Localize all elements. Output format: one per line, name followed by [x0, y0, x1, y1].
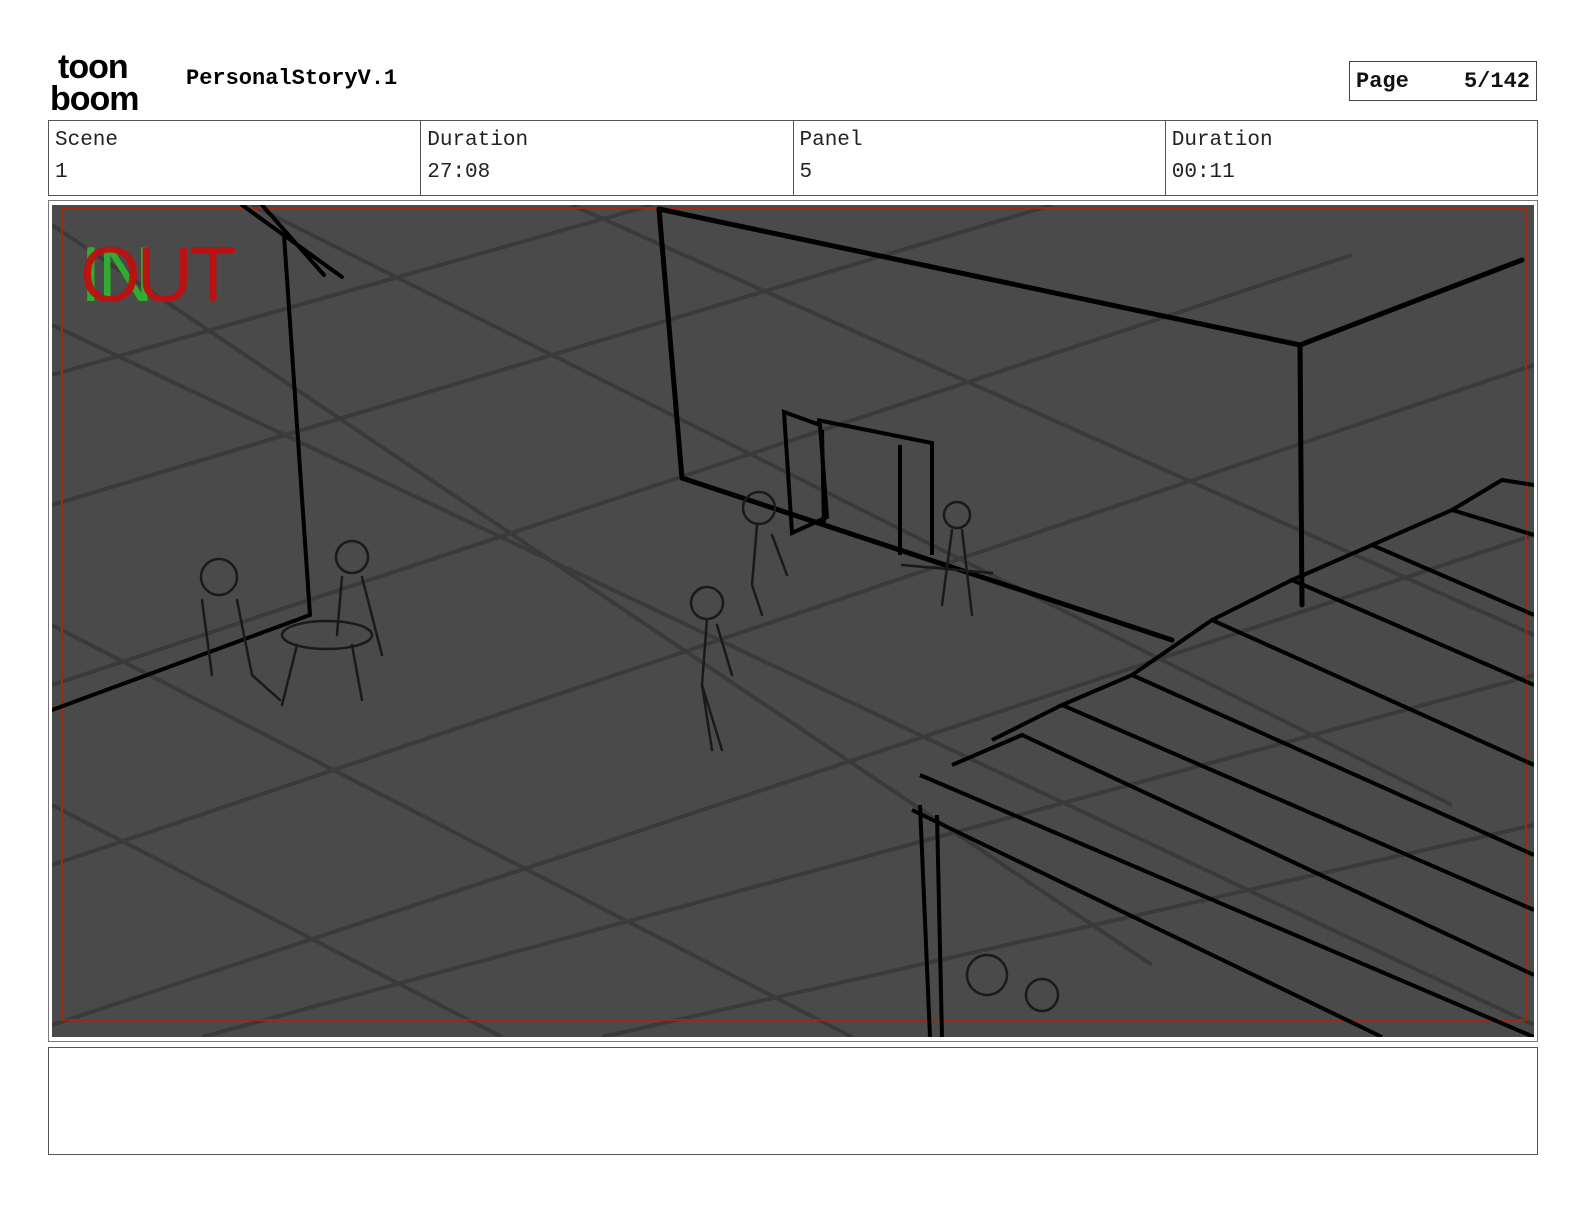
panel-duration-cell: Duration 00:11 — [1166, 121, 1537, 195]
out-marker: OUT — [80, 230, 237, 318]
storyboard-panel-image: IN OUT — [52, 205, 1534, 1037]
sketch-drawing — [52, 205, 1534, 1037]
panel-cell: Panel 5 — [794, 121, 1166, 195]
logo-line-2: boom — [50, 80, 139, 112]
floor-grid — [52, 205, 1534, 1037]
scene-value: 1 — [55, 161, 68, 184]
scene-cell: Scene 1 — [49, 121, 422, 195]
panel-notes — [48, 1047, 1538, 1155]
scene-duration-label: Duration — [427, 129, 529, 152]
page-indicator: Page 5/142 — [1349, 61, 1537, 101]
panel-duration-value: 00:11 — [1171, 161, 1235, 184]
project-title: PersonalStoryV.1 — [186, 66, 398, 91]
toon-boom-logo: toon boom — [50, 50, 140, 112]
scene-duration-value: 27:08 — [427, 161, 491, 184]
scene-duration-cell: Duration 27:08 — [421, 121, 794, 195]
scene-label: Scene — [55, 129, 119, 152]
panel-label: Panel — [799, 129, 863, 152]
panel-value: 5 — [799, 161, 813, 184]
center-building — [656, 206, 1525, 643]
info-table: Scene 1 Duration 27:08 Panel 5 Duration … — [48, 120, 1538, 196]
panel-duration-label: Duration — [1171, 129, 1273, 152]
page-number: 5/142 — [1463, 68, 1530, 94]
page-label: Page — [1356, 68, 1409, 94]
